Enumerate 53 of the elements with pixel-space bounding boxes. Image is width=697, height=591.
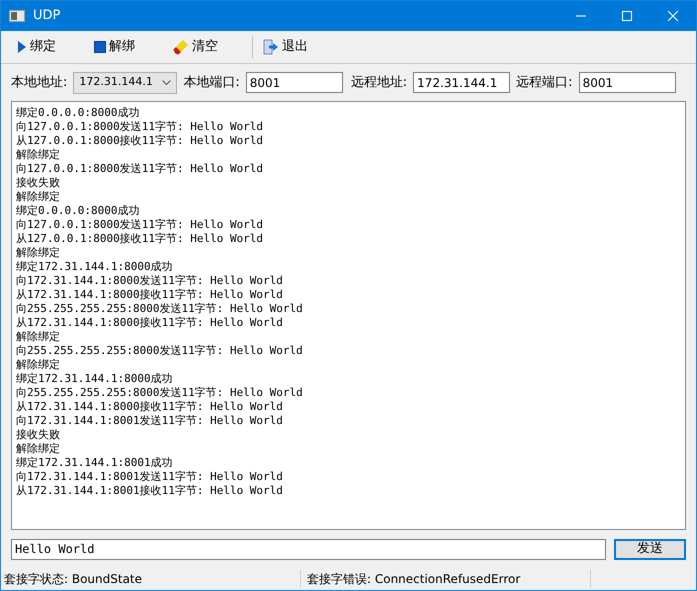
log-line: 解除绑定: [16, 358, 60, 372]
stop-icon: [94, 41, 106, 53]
log-line: 从127.0.0.1:8000接收11字节: Hello World: [16, 134, 264, 148]
log-line: 解除绑定: [16, 246, 60, 260]
maximize-icon: [622, 11, 632, 21]
log-line: 向127.0.0.1:8000发送11字节: Hello World: [16, 120, 264, 134]
log-line: 解除绑定: [16, 442, 60, 456]
send-button[interactable]: 发送: [614, 538, 686, 560]
eraser-icon: [173, 39, 189, 55]
log-line: 从172.31.144.1:8000接收11字节: Hello World: [16, 316, 283, 330]
log-line: 向172.31.144.1:8001发送11字节: Hello World: [16, 470, 283, 484]
log-line: 向127.0.0.1:8000发送11字节: Hello World: [16, 218, 264, 232]
remote-port-label: 远程端口:: [516, 74, 573, 92]
log-line: 向255.255.255.255:8000发送11字节: Hello World: [16, 344, 303, 358]
window-title: UDP: [33, 7, 60, 26]
close-icon: [668, 11, 678, 21]
log-line: 从172.31.144.1:8000接收11字节: Hello World: [16, 400, 283, 414]
log-line: 绑定172.31.144.1:8000成功: [16, 260, 173, 274]
remote-address-field[interactable]: 172.31.144.1: [413, 72, 510, 93]
log-line: 从172.31.144.1:8000接收11字节: Hello World: [16, 288, 283, 302]
log-line: 绑定0.0.0.0:8000成功: [16, 106, 140, 120]
log-line: 从172.31.144.1:8001接收11字节: Hello World: [16, 484, 283, 498]
local-address-dropdown[interactable]: 172.31.144.1: [73, 72, 178, 94]
message-field[interactable]: Hello World: [11, 538, 606, 560]
play-icon: [17, 40, 27, 54]
chevron-down-icon: [162, 80, 172, 85]
log-line: 解除绑定: [16, 190, 60, 204]
door-exit-icon: [263, 39, 279, 55]
log-line: 向172.31.144.1:8001发送11字节: Hello World: [16, 414, 283, 428]
log-line: 向255.255.255.255:8000发送11字节: Hello World: [16, 302, 303, 316]
log-line: 接收失败: [16, 176, 60, 190]
local-address-label: 本地地址:: [11, 74, 68, 92]
log-line: 绑定172.31.144.1:8001成功: [16, 456, 173, 470]
log-line: 解除绑定: [16, 148, 60, 162]
app-icon: [9, 10, 25, 22]
status-text: 套接字状态: BoundState: [1, 570, 301, 588]
log-line: 绑定0.0.0.0:8000成功: [16, 204, 140, 218]
log-line: 解除绑定: [16, 330, 60, 344]
local-port-field[interactable]: 8001: [246, 72, 343, 93]
status-text: 套接字错误: ConnectionRefusedError: [301, 570, 591, 588]
remote-port-field[interactable]: 8001: [578, 72, 676, 93]
log-line: 绑定172.31.144.1:8000成功: [16, 372, 173, 386]
log-line: 接收失败: [16, 428, 60, 442]
toolbar-button[interactable]: 解绑: [90, 34, 139, 60]
remote-address-label: 远程地址:: [350, 74, 408, 92]
toolbar-button[interactable]: 退出: [259, 34, 312, 60]
log-line: 向127.0.0.1:8000发送11字节: Hello World: [16, 162, 264, 176]
toolbar-button[interactable]: 清空: [169, 34, 222, 60]
log-line: 向255.255.255.255:8000发送11字节: Hello World: [16, 386, 303, 400]
log-line: 从127.0.0.1:8000接收11字节: Hello World: [16, 232, 264, 246]
local-port-label: 本地端口:: [183, 74, 240, 92]
log-line: 向172.31.144.1:8000发送11字节: Hello World: [16, 274, 283, 288]
toolbar-button[interactable]: 绑定: [13, 34, 60, 60]
